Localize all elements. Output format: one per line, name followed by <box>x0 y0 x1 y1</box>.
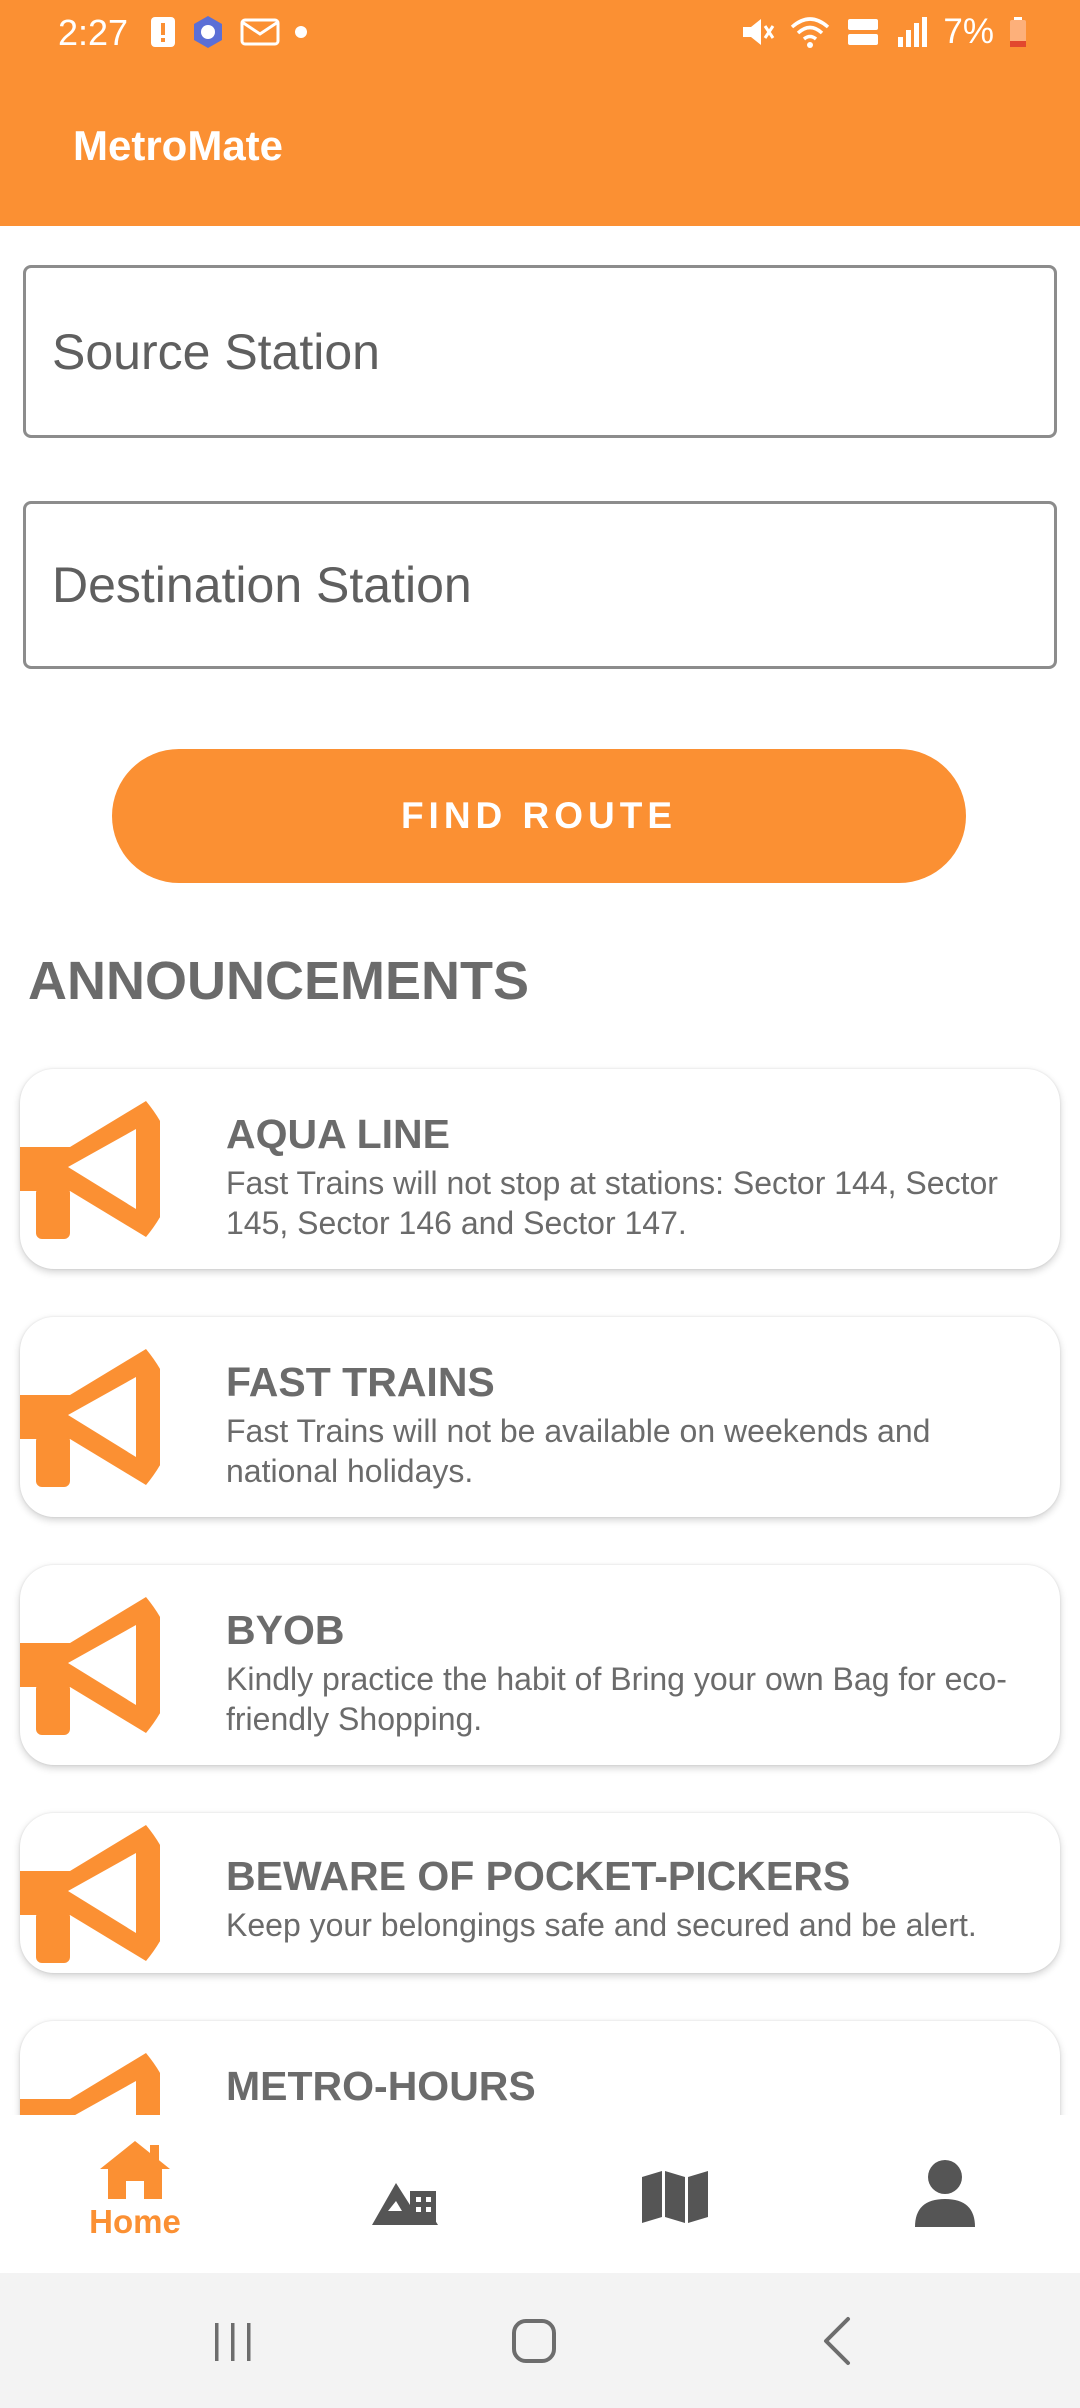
battery-icon <box>1010 17 1026 47</box>
megaphone-icon <box>20 1101 160 1239</box>
announcement-card[interactable]: FAST TRAINS Fast Trains will not be avai… <box>20 1317 1060 1517</box>
announcement-title: BEWARE OF POCKET-PICKERS <box>226 1853 851 1899</box>
app-title: MetroMate <box>73 122 284 169</box>
alert-icon <box>151 17 175 47</box>
announcement-card[interactable]: METRO-HOURS <box>20 2021 1060 2115</box>
announcement-card[interactable]: AQUA LINE Fast Trains will not stop at s… <box>20 1069 1060 1269</box>
nav-map[interactable] <box>540 2115 810 2273</box>
dot-icon <box>295 26 307 38</box>
destination-station-input[interactable] <box>26 504 1054 666</box>
source-station-input[interactable] <box>26 268 1054 435</box>
person-icon <box>915 2160 975 2227</box>
nav-home[interactable]: Home <box>0 2115 270 2273</box>
announcement-title: FAST TRAINS <box>226 1359 495 1405</box>
announcement-text: Fast Trains will not stop at stations: S… <box>226 1165 998 1241</box>
announcement-title: BYOB <box>226 1607 345 1653</box>
megaphone-icon <box>20 2053 160 2115</box>
announcement-text: Fast Trains will not be available on wee… <box>226 1413 931 1489</box>
app-header: 2:27 7% MetroMate <box>0 0 1080 226</box>
signal-icon <box>898 17 928 47</box>
destination-station-field[interactable] <box>23 501 1057 669</box>
megaphone-icon <box>20 1597 160 1735</box>
mute-icon <box>743 19 775 45</box>
map-icon <box>642 2171 708 2223</box>
notification-icons <box>150 14 308 50</box>
status-time: 2:27 <box>58 12 129 53</box>
source-station-field[interactable] <box>23 265 1057 438</box>
announcement-card[interactable]: BEWARE OF POCKET-PICKERS Keep your belon… <box>20 1813 1060 1973</box>
announcements-list[interactable]: AQUA LINE Fast Trains will not stop at s… <box>0 1040 1080 2115</box>
announcement-title: AQUA LINE <box>226 1111 450 1157</box>
announcement-text: Kindly practice the habit of Bring your … <box>226 1661 1007 1737</box>
megaphone-icon <box>20 1349 160 1487</box>
recent-apps-icon[interactable] <box>203 2311 263 2371</box>
volte-icon <box>848 19 879 45</box>
wifi-icon <box>791 17 830 48</box>
system-status-icons: 7% <box>739 12 1028 52</box>
app-notification-icon <box>194 16 222 48</box>
nav-profile[interactable] <box>810 2115 1080 2273</box>
find-route-button[interactable]: FIND ROUTE <box>112 749 966 883</box>
nav-city[interactable] <box>270 2115 540 2273</box>
city-icon <box>372 2183 438 2225</box>
mail-icon <box>240 18 280 46</box>
nav-home-label: Home <box>89 2203 181 2240</box>
announcement-title: METRO-HOURS <box>226 2063 536 2109</box>
announcements-heading: ANNOUNCEMENTS <box>28 951 530 1011</box>
status-bar: 2:27 7% <box>0 0 1080 68</box>
home-icon <box>100 2141 170 2199</box>
system-navigation-bar <box>0 2273 1080 2408</box>
back-icon[interactable] <box>808 2311 868 2371</box>
announcement-card[interactable]: BYOB Kindly practice the habit of Bring … <box>20 1565 1060 1765</box>
announcement-text: Keep your belongings safe and secured an… <box>226 1907 977 1943</box>
home-button-icon[interactable] <box>504 2311 564 2371</box>
battery-percent: 7% <box>943 12 994 51</box>
bottom-navigation: Home <box>0 2115 1080 2273</box>
megaphone-icon <box>20 1825 160 1963</box>
